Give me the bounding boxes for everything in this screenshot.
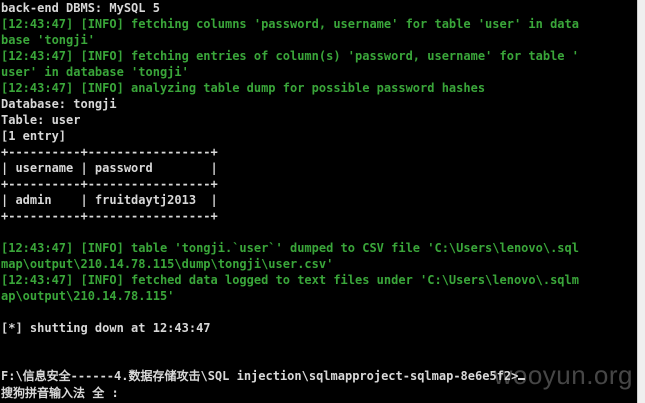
console-line: [12:43:47] [INFO] fetching entries of co… — [1, 49, 579, 63]
console-line: [1 entry] — [1, 129, 67, 143]
console-line: [12:43:47] [INFO] table 'tongji.`user`' … — [1, 241, 579, 255]
ime-status-bar: 搜狗拼音输入法 全 : — [0, 384, 119, 400]
console-line: map\output\210.14.78.115\dump\tongji\use… — [1, 257, 334, 271]
console-line: base 'tongji' — [1, 33, 95, 47]
console-line: +----------+-----------------+ — [1, 177, 218, 191]
console-line: [12:43:47] [INFO] fetching columns 'pass… — [1, 17, 579, 31]
console-line: back-end DBMS: MySQL 5 — [1, 1, 160, 15]
ime-status-label: 搜狗拼音输入法 全 : — [1, 386, 119, 400]
console-line: | username | password | — [1, 161, 218, 175]
console-line: user' in database 'tongji' — [1, 65, 189, 79]
vertical-scrollbar[interactable] — [637, 0, 645, 403]
console-line: [*] shutting down at 12:43:47 — [1, 321, 211, 335]
console-line: | admin | fruitdaytj2013 | — [1, 193, 218, 207]
console-line: ap\output\210.14.78.115' — [1, 289, 175, 303]
watermark: wooyun.org — [493, 360, 633, 390]
console-line: [12:43:47] [INFO] fetched data logged to… — [1, 273, 579, 287]
console-line: +----------+-----------------+ — [1, 209, 218, 223]
console-line: [12:43:47] [INFO] analyzing table dump f… — [1, 81, 486, 95]
console-line: Database: tongji — [1, 97, 117, 111]
console-line: +----------+-----------------+ — [1, 145, 218, 159]
console-line: Table: user — [1, 113, 81, 127]
console-window[interactable]: back-end DBMS: MySQL 5 [12:43:47] [INFO] … — [0, 0, 637, 403]
